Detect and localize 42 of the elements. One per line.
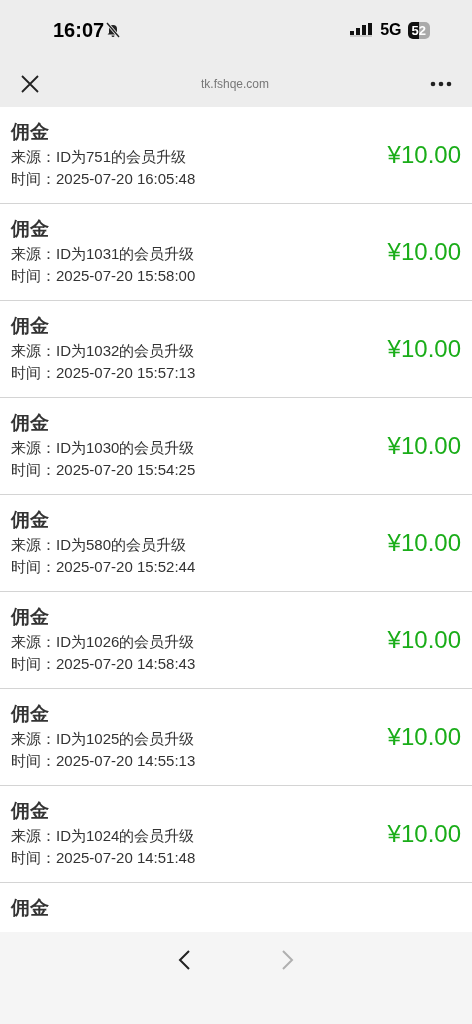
record-time: 时间：2025-07-20 15:57:13 <box>11 364 197 383</box>
record-time: 时间：2025-07-20 14:51:48 <box>11 849 197 868</box>
record-source: 来源：ID为1025的会员升级 <box>11 730 196 749</box>
record-amount: ¥10.00 <box>387 238 461 266</box>
clock: 16:07 <box>53 18 105 42</box>
record-amount: ¥10.00 <box>387 335 461 363</box>
close-button[interactable] <box>20 73 40 94</box>
record-title: 佣金 <box>11 896 50 920</box>
record-amount: ¥10.00 <box>387 723 461 751</box>
record-title: 佣金 <box>11 217 50 241</box>
record-source: 来源：ID为1024的会员升级 <box>11 827 196 846</box>
record-amount: ¥10.00 <box>387 626 461 654</box>
record-title: 佣金 <box>11 120 50 144</box>
record-source: 来源：ID为1026的会员升级 <box>11 633 196 652</box>
record-title: 佣金 <box>11 605 50 629</box>
record-time: 时间：2025-07-20 15:54:25 <box>11 461 197 480</box>
back-button[interactable] <box>177 949 191 971</box>
more-button[interactable] <box>430 80 452 87</box>
record-source: 来源：ID为751的会员升级 <box>11 148 188 167</box>
record-amount: ¥10.00 <box>387 529 461 557</box>
record-title: 佣金 <box>11 702 50 726</box>
record-title: 佣金 <box>11 314 50 338</box>
battery-icon: 52 <box>407 21 430 39</box>
record-amount: ¥10.00 <box>387 820 461 848</box>
record-time: 时间：2025-07-20 14:55:13 <box>11 752 197 771</box>
record-time: 时间：2025-07-20 15:52:44 <box>11 558 197 577</box>
record-amount: ¥10.00 <box>387 141 461 169</box>
record-source: 来源：ID为1031的会员升级 <box>11 245 196 264</box>
page-url: tk.fshqe.com <box>200 76 270 91</box>
signal-icon <box>350 23 375 37</box>
record-title: 佣金 <box>11 508 50 532</box>
record-time: 时间：2025-07-20 16:05:48 <box>11 170 197 189</box>
record-source: 来源：ID为1032的会员升级 <box>11 342 196 361</box>
record-source: 来源：ID为580的会员升级 <box>11 536 188 555</box>
record-time: 时间：2025-07-20 14:58:43 <box>11 655 197 674</box>
record-source: 来源：ID为1030的会员升级 <box>11 439 196 458</box>
record-amount: ¥10.00 <box>387 432 461 460</box>
record-time: 时间：2025-07-20 15:58:00 <box>11 267 197 286</box>
record-title: 佣金 <box>11 799 50 823</box>
record-title: 佣金 <box>11 411 50 435</box>
network-label: 5G <box>380 21 402 39</box>
bell-muted-icon <box>106 22 121 38</box>
